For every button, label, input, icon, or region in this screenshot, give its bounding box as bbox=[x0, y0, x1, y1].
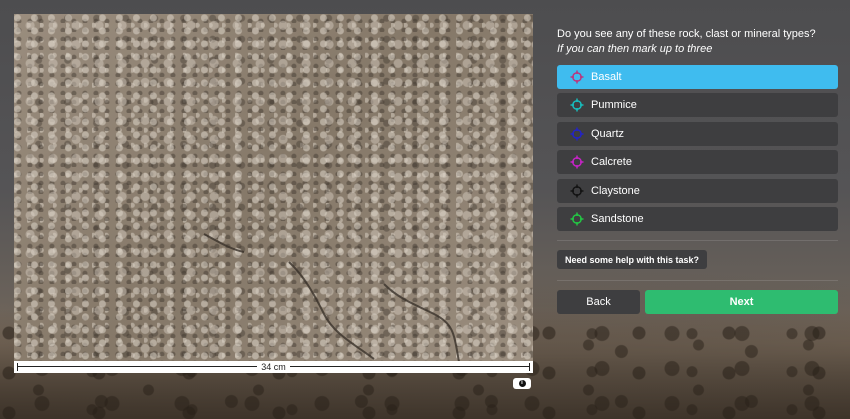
choice-basalt[interactable]: Basalt bbox=[557, 65, 838, 89]
crack-texture bbox=[203, 233, 460, 362]
crosshair-icon bbox=[570, 184, 584, 198]
choice-sandstone[interactable]: Sandstone bbox=[557, 206, 838, 231]
choice-claystone[interactable]: Claystone bbox=[557, 178, 838, 203]
next-button[interactable]: Next bbox=[645, 290, 838, 314]
choice-label: Calcrete bbox=[591, 156, 632, 169]
divider bbox=[557, 280, 838, 281]
help-button[interactable]: Need some help with this task? bbox=[557, 250, 707, 269]
task-question: Do you see any of these rock, clast or m… bbox=[557, 27, 842, 57]
choice-label: Basalt bbox=[591, 71, 622, 83]
choice-calcrete[interactable]: Calcrete bbox=[557, 150, 838, 175]
scale-bar-tip-right bbox=[529, 363, 530, 371]
choice-list: Basalt Pummice Quartz Calcrete Claystone… bbox=[557, 65, 838, 235]
subject-image[interactable] bbox=[14, 14, 533, 362]
question-instruction: If you can then mark up to three bbox=[557, 43, 713, 55]
crosshair-icon bbox=[570, 98, 584, 112]
crosshair-icon bbox=[570, 212, 584, 226]
back-button[interactable]: Back bbox=[557, 290, 640, 314]
choice-label: Claystone bbox=[591, 184, 640, 197]
scale-bar: 34 cm bbox=[14, 361, 533, 373]
crosshair-icon bbox=[570, 70, 584, 84]
question-text: Do you see any of these rock, clast or m… bbox=[557, 28, 816, 40]
choice-label: Sandstone bbox=[591, 212, 644, 225]
info-icon: i bbox=[518, 380, 526, 387]
scale-bar-label: 34 cm bbox=[257, 361, 290, 373]
metadata-button[interactable]: i bbox=[513, 378, 531, 389]
choice-label: Quartz bbox=[591, 127, 625, 140]
crosshair-icon bbox=[570, 155, 584, 169]
divider bbox=[557, 240, 838, 241]
choice-label: Pummice bbox=[591, 99, 637, 112]
choice-quartz[interactable]: Quartz bbox=[557, 121, 838, 146]
crosshair-icon bbox=[570, 127, 584, 141]
choice-pummice[interactable]: Pummice bbox=[557, 93, 838, 118]
scale-bar-tip-left bbox=[17, 363, 18, 371]
